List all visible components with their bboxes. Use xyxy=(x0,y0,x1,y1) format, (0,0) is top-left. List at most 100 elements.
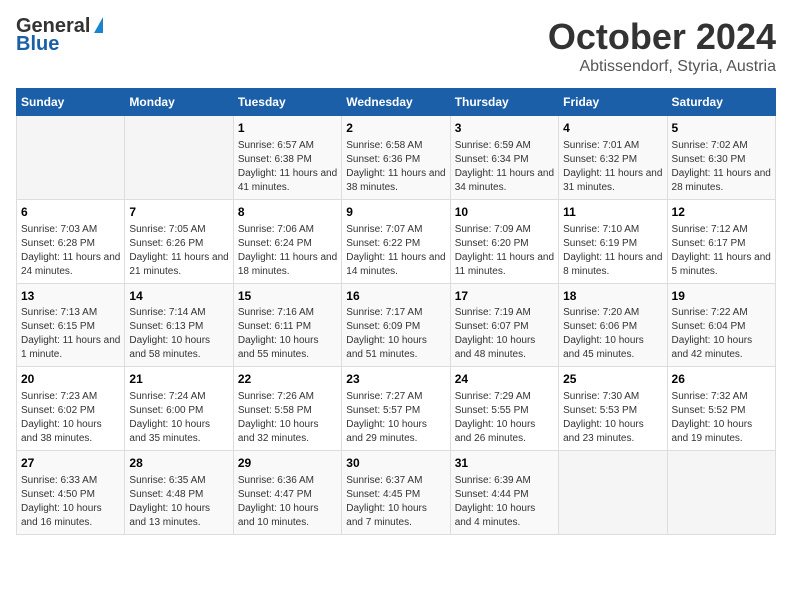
calendar-cell: 1 Sunrise: 6:57 AM Sunset: 6:38 PM Daylig… xyxy=(233,116,341,200)
calendar-cell: 29 Sunrise: 6:36 AM Sunset: 4:47 PM Dayli… xyxy=(233,451,341,535)
header-day-friday: Friday xyxy=(559,89,667,116)
day-info: Sunrise: 6:36 AM Sunset: 4:47 PM Dayligh… xyxy=(238,474,337,530)
calendar-cell: 20 Sunrise: 7:23 AM Sunset: 6:02 PM Dayli… xyxy=(17,367,125,451)
page-header: General Blue October 2024 Abtissendorf, … xyxy=(16,16,776,76)
day-info: Sunrise: 7:10 AM Sunset: 6:19 PM Dayligh… xyxy=(563,223,662,279)
day-info: Sunrise: 6:59 AM Sunset: 6:34 PM Dayligh… xyxy=(455,139,554,195)
week-row-4: 20 Sunrise: 7:23 AM Sunset: 6:02 PM Dayli… xyxy=(17,367,776,451)
header-day-tuesday: Tuesday xyxy=(233,89,341,116)
calendar-header: SundayMondayTuesdayWednesdayThursdayFrid… xyxy=(17,89,776,116)
day-number: 1 xyxy=(238,120,337,137)
header-day-thursday: Thursday xyxy=(450,89,558,116)
day-number: 4 xyxy=(563,120,662,137)
calendar-cell xyxy=(125,116,233,200)
day-info: Sunrise: 7:27 AM Sunset: 5:57 PM Dayligh… xyxy=(346,390,445,446)
day-info: Sunrise: 7:07 AM Sunset: 6:22 PM Dayligh… xyxy=(346,223,445,279)
day-number: 19 xyxy=(672,288,771,305)
calendar-cell xyxy=(559,451,667,535)
calendar-cell: 13Sunrise: 7:13 AM Sunset: 6:15 PM Dayli… xyxy=(17,283,125,367)
calendar-cell: 19Sunrise: 7:22 AM Sunset: 6:04 PM Dayli… xyxy=(667,283,775,367)
day-number: 5 xyxy=(672,120,771,137)
calendar-cell: 21Sunrise: 7:24 AM Sunset: 6:00 PM Dayli… xyxy=(125,367,233,451)
day-number: 3 xyxy=(455,120,554,137)
logo: General Blue xyxy=(16,16,103,54)
day-number: 18 xyxy=(563,288,662,305)
day-info: Sunrise: 7:06 AM Sunset: 6:24 PM Dayligh… xyxy=(238,223,337,279)
day-number: 17 xyxy=(455,288,554,305)
day-info: Sunrise: 7:20 AM Sunset: 6:06 PM Dayligh… xyxy=(563,306,662,362)
calendar-cell: 14Sunrise: 7:14 AM Sunset: 6:13 PM Dayli… xyxy=(125,283,233,367)
day-number: 27 xyxy=(21,455,120,472)
day-number: 23 xyxy=(346,371,445,388)
calendar-cell: 9 Sunrise: 7:07 AM Sunset: 6:22 PM Daylig… xyxy=(342,199,450,283)
calendar-cell: 6 Sunrise: 7:03 AM Sunset: 6:28 PM Daylig… xyxy=(17,199,125,283)
day-info: Sunrise: 6:33 AM Sunset: 4:50 PM Dayligh… xyxy=(21,474,120,530)
calendar-cell: 31 Sunrise: 6:39 AM Sunset: 4:44 PM Dayli… xyxy=(450,451,558,535)
calendar-cell: 22 Sunrise: 7:26 AM Sunset: 5:58 PM Dayli… xyxy=(233,367,341,451)
calendar-body: 1 Sunrise: 6:57 AM Sunset: 6:38 PM Daylig… xyxy=(17,116,776,535)
day-number: 20 xyxy=(21,371,120,388)
week-row-3: 13Sunrise: 7:13 AM Sunset: 6:15 PM Dayli… xyxy=(17,283,776,367)
calendar-cell: 24 Sunrise: 7:29 AM Sunset: 5:55 PM Dayli… xyxy=(450,367,558,451)
calendar-cell: 8 Sunrise: 7:06 AM Sunset: 6:24 PM Daylig… xyxy=(233,199,341,283)
month-title: October 2024 xyxy=(548,16,776,58)
calendar-cell xyxy=(667,451,775,535)
calendar-cell: 18Sunrise: 7:20 AM Sunset: 6:06 PM Dayli… xyxy=(559,283,667,367)
day-number: 29 xyxy=(238,455,337,472)
logo-blue-text: Blue xyxy=(16,34,103,54)
day-info: Sunrise: 7:03 AM Sunset: 6:28 PM Dayligh… xyxy=(21,223,120,279)
day-info: Sunrise: 7:26 AM Sunset: 5:58 PM Dayligh… xyxy=(238,390,337,446)
calendar-cell: 2Sunrise: 6:58 AM Sunset: 6:36 PM Daylig… xyxy=(342,116,450,200)
day-info: Sunrise: 7:16 AM Sunset: 6:11 PM Dayligh… xyxy=(238,306,337,362)
calendar-cell: 27 Sunrise: 6:33 AM Sunset: 4:50 PM Dayli… xyxy=(17,451,125,535)
calendar-cell: 12Sunrise: 7:12 AM Sunset: 6:17 PM Dayli… xyxy=(667,199,775,283)
location: Abtissendorf, Styria, Austria xyxy=(548,58,776,76)
day-number: 10 xyxy=(455,204,554,221)
day-info: Sunrise: 6:37 AM Sunset: 4:45 PM Dayligh… xyxy=(346,474,445,530)
day-number: 6 xyxy=(21,204,120,221)
calendar-cell: 16Sunrise: 7:17 AM Sunset: 6:09 PM Dayli… xyxy=(342,283,450,367)
day-number: 31 xyxy=(455,455,554,472)
day-info: Sunrise: 7:22 AM Sunset: 6:04 PM Dayligh… xyxy=(672,306,771,362)
day-info: Sunrise: 7:23 AM Sunset: 6:02 PM Dayligh… xyxy=(21,390,120,446)
day-info: Sunrise: 7:17 AM Sunset: 6:09 PM Dayligh… xyxy=(346,306,445,362)
day-number: 15 xyxy=(238,288,337,305)
calendar-cell: 28Sunrise: 6:35 AM Sunset: 4:48 PM Dayli… xyxy=(125,451,233,535)
day-number: 26 xyxy=(672,371,771,388)
header-day-saturday: Saturday xyxy=(667,89,775,116)
calendar-cell: 10 Sunrise: 7:09 AM Sunset: 6:20 PM Dayli… xyxy=(450,199,558,283)
calendar-cell: 4 Sunrise: 7:01 AM Sunset: 6:32 PM Daylig… xyxy=(559,116,667,200)
day-number: 13 xyxy=(21,288,120,305)
calendar-cell: 7Sunrise: 7:05 AM Sunset: 6:26 PM Daylig… xyxy=(125,199,233,283)
header-day-sunday: Sunday xyxy=(17,89,125,116)
header-day-monday: Monday xyxy=(125,89,233,116)
day-number: 16 xyxy=(346,288,445,305)
day-info: Sunrise: 6:58 AM Sunset: 6:36 PM Dayligh… xyxy=(346,139,445,195)
day-info: Sunrise: 7:29 AM Sunset: 5:55 PM Dayligh… xyxy=(455,390,554,446)
day-number: 14 xyxy=(129,288,228,305)
calendar-cell: 17Sunrise: 7:19 AM Sunset: 6:07 PM Dayli… xyxy=(450,283,558,367)
calendar-cell: 15Sunrise: 7:16 AM Sunset: 6:11 PM Dayli… xyxy=(233,283,341,367)
day-info: Sunrise: 7:30 AM Sunset: 5:53 PM Dayligh… xyxy=(563,390,662,446)
day-number: 8 xyxy=(238,204,337,221)
day-info: Sunrise: 6:57 AM Sunset: 6:38 PM Dayligh… xyxy=(238,139,337,195)
day-info: Sunrise: 7:13 AM Sunset: 6:15 PM Dayligh… xyxy=(21,306,120,362)
calendar-table: SundayMondayTuesdayWednesdayThursdayFrid… xyxy=(16,88,776,535)
day-number: 24 xyxy=(455,371,554,388)
logo-triangle-icon xyxy=(94,17,103,33)
title-section: October 2024 Abtissendorf, Styria, Austr… xyxy=(548,16,776,76)
day-info: Sunrise: 6:39 AM Sunset: 4:44 PM Dayligh… xyxy=(455,474,554,530)
day-info: Sunrise: 7:09 AM Sunset: 6:20 PM Dayligh… xyxy=(455,223,554,279)
calendar-cell: 30Sunrise: 6:37 AM Sunset: 4:45 PM Dayli… xyxy=(342,451,450,535)
day-number: 22 xyxy=(238,371,337,388)
week-row-5: 27 Sunrise: 6:33 AM Sunset: 4:50 PM Dayli… xyxy=(17,451,776,535)
day-number: 28 xyxy=(129,455,228,472)
calendar-cell: 26Sunrise: 7:32 AM Sunset: 5:52 PM Dayli… xyxy=(667,367,775,451)
day-info: Sunrise: 7:12 AM Sunset: 6:17 PM Dayligh… xyxy=(672,223,771,279)
day-number: 9 xyxy=(346,204,445,221)
calendar-cell: 25Sunrise: 7:30 AM Sunset: 5:53 PM Dayli… xyxy=(559,367,667,451)
day-info: Sunrise: 7:14 AM Sunset: 6:13 PM Dayligh… xyxy=(129,306,228,362)
day-number: 21 xyxy=(129,371,228,388)
day-info: Sunrise: 7:01 AM Sunset: 6:32 PM Dayligh… xyxy=(563,139,662,195)
calendar-cell xyxy=(17,116,125,200)
